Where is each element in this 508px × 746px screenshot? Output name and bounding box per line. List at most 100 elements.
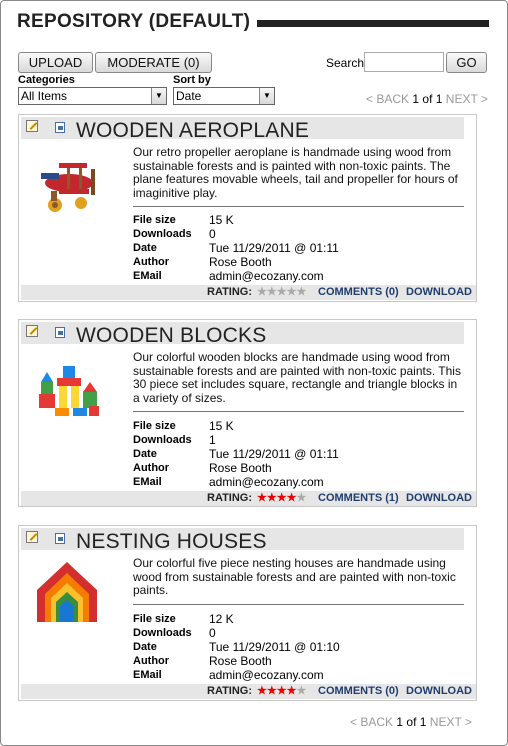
sortby-label: Sort by [173,74,211,86]
moderate-button[interactable]: MODERATE (0) [95,52,212,73]
page-header: REPOSITORY (DEFAULT) [17,11,489,37]
meta-downloads: 0 [209,626,216,640]
card-footer: RATING: ★★★★★ COMMENTS (1) DOWNLOAD [21,491,476,506]
title-decoration-bar [257,20,489,27]
pager-of: of [406,715,417,729]
meta-author: Rose Booth [209,255,272,269]
rating-stars[interactable]: ★★★★★ [257,285,306,300]
item-title[interactable]: WOODEN AEROPLANE [76,119,309,143]
star-filled-icon[interactable]: ★ [287,685,297,697]
meta-file-size: 12 K [209,612,234,626]
categories-select-value: All Items [21,89,68,103]
star-empty-icon[interactable]: ★ [297,286,307,298]
pager-next-link[interactable]: NEXT > [446,92,488,106]
sortby-select[interactable]: Date ▼ [173,87,275,105]
meta-email[interactable]: admin@ecozany.com [209,475,324,489]
item-title[interactable]: WOODEN BLOCKS [76,324,266,348]
pager-of: of [422,92,433,106]
meta-label-downloads: Downloads [133,434,192,446]
star-filled-icon[interactable]: ★ [257,492,267,504]
item-meta: File size 15 K Downloads 0 Date Tue 11/29/2… [133,213,463,283]
edit-icon[interactable] [26,531,38,543]
meta-file-size: 15 K [209,419,234,433]
star-filled-icon[interactable]: ★ [267,492,277,504]
rating-stars[interactable]: ★★★★★ [257,684,306,699]
star-filled-icon[interactable]: ★ [267,685,277,697]
meta-label-email: EMail [133,270,162,282]
item-description: Our colorful wooden blocks are handmade … [133,350,461,405]
meta-label-author: Author [133,655,170,667]
pager-current: 1 [396,715,404,729]
item-description: Our retro propeller aeroplane is handmad… [133,145,458,200]
categories-select[interactable]: All Items ▼ [18,87,167,105]
sortby-select-value: Date [176,89,202,103]
meta-label-file-size: File size [133,613,176,625]
meta-label-file-size: File size [133,420,176,432]
meta-author: Rose Booth [209,654,272,668]
document-icon[interactable] [55,122,65,133]
edit-icon[interactable] [26,120,38,132]
download-link[interactable]: DOWNLOAD [406,684,472,699]
download-link[interactable]: DOWNLOAD [406,285,472,300]
download-link[interactable]: DOWNLOAD [406,491,472,506]
star-empty-icon[interactable]: ★ [287,286,297,298]
star-filled-icon[interactable]: ★ [287,492,297,504]
rating-label: RATING: [207,286,253,298]
rating-label: RATING: [207,685,253,697]
chevron-down-icon: ▼ [259,88,274,104]
meta-label-date: Date [133,448,157,460]
aeroplane-thumbnail[interactable] [33,145,105,215]
document-icon[interactable] [55,533,65,544]
meta-label-date: Date [133,242,157,254]
meta-date: Tue 11/29/2011 @ 01:11 [209,241,339,255]
item-description: Our colorful five piece nesting houses a… [133,556,456,597]
item-title[interactable]: NESTING HOUSES [76,530,267,554]
pager-next-link[interactable]: NEXT > [430,715,472,729]
edit-icon[interactable] [26,325,38,337]
file-card: WOODEN AEROPLANE Our retro propeller aer… [18,114,477,302]
star-empty-icon[interactable]: ★ [267,286,277,298]
comments-link[interactable]: COMMENTS (1) [318,491,399,506]
meta-email[interactable]: admin@ecozany.com [209,269,324,283]
pager-back-link[interactable]: < BACK [366,92,409,106]
card-footer: RATING: ★★★★★ COMMENTS (0) DOWNLOAD [21,285,476,300]
star-empty-icon[interactable]: ★ [277,286,287,298]
pager-total: 1 [435,92,443,106]
star-empty-icon[interactable]: ★ [297,685,307,697]
meta-author: Rose Booth [209,461,272,475]
nesting-houses-thumbnail[interactable] [33,556,105,626]
pager-top: < BACK 1 of 1 NEXT > [366,92,488,106]
rating-label: RATING: [207,492,253,504]
go-button[interactable]: GO [446,52,487,73]
search-input[interactable] [364,52,444,72]
pager-current: 1 [412,92,420,106]
card-header: WOODEN BLOCKS [21,322,464,347]
meta-label-date: Date [133,641,157,653]
star-filled-icon[interactable]: ★ [277,492,287,504]
meta-date: Tue 11/29/2011 @ 01:10 [209,640,340,654]
page-title: REPOSITORY (DEFAULT) [17,11,251,32]
item-meta: File size 15 K Downloads 1 Date Tue 11/29/2… [133,419,463,489]
star-filled-icon[interactable]: ★ [257,685,267,697]
rating-stars[interactable]: ★★★★★ [257,491,306,506]
star-filled-icon[interactable]: ★ [277,685,287,697]
star-empty-icon[interactable]: ★ [257,286,267,298]
upload-button[interactable]: UPLOAD [18,52,93,73]
document-icon[interactable] [55,327,65,338]
meta-label-downloads: Downloads [133,228,192,240]
comments-link[interactable]: COMMENTS (0) [318,684,399,699]
pager-back-link[interactable]: < BACK [350,715,393,729]
meta-label-downloads: Downloads [133,627,192,639]
meta-label-email: EMail [133,669,162,681]
meta-label-author: Author [133,256,170,268]
pager-total: 1 [419,715,427,729]
meta-file-size: 15 K [209,213,234,227]
categories-label: Categories [18,74,75,86]
chevron-down-icon: ▼ [151,88,166,104]
star-empty-icon[interactable]: ★ [297,492,307,504]
meta-email[interactable]: admin@ecozany.com [209,668,324,682]
pager-bottom: < BACK 1 of 1 NEXT > [350,715,472,729]
item-meta: File size 12 K Downloads 0 Date Tue 11/29/2… [133,612,463,682]
comments-link[interactable]: COMMENTS (0) [318,285,399,300]
blocks-thumbnail[interactable] [33,350,105,420]
